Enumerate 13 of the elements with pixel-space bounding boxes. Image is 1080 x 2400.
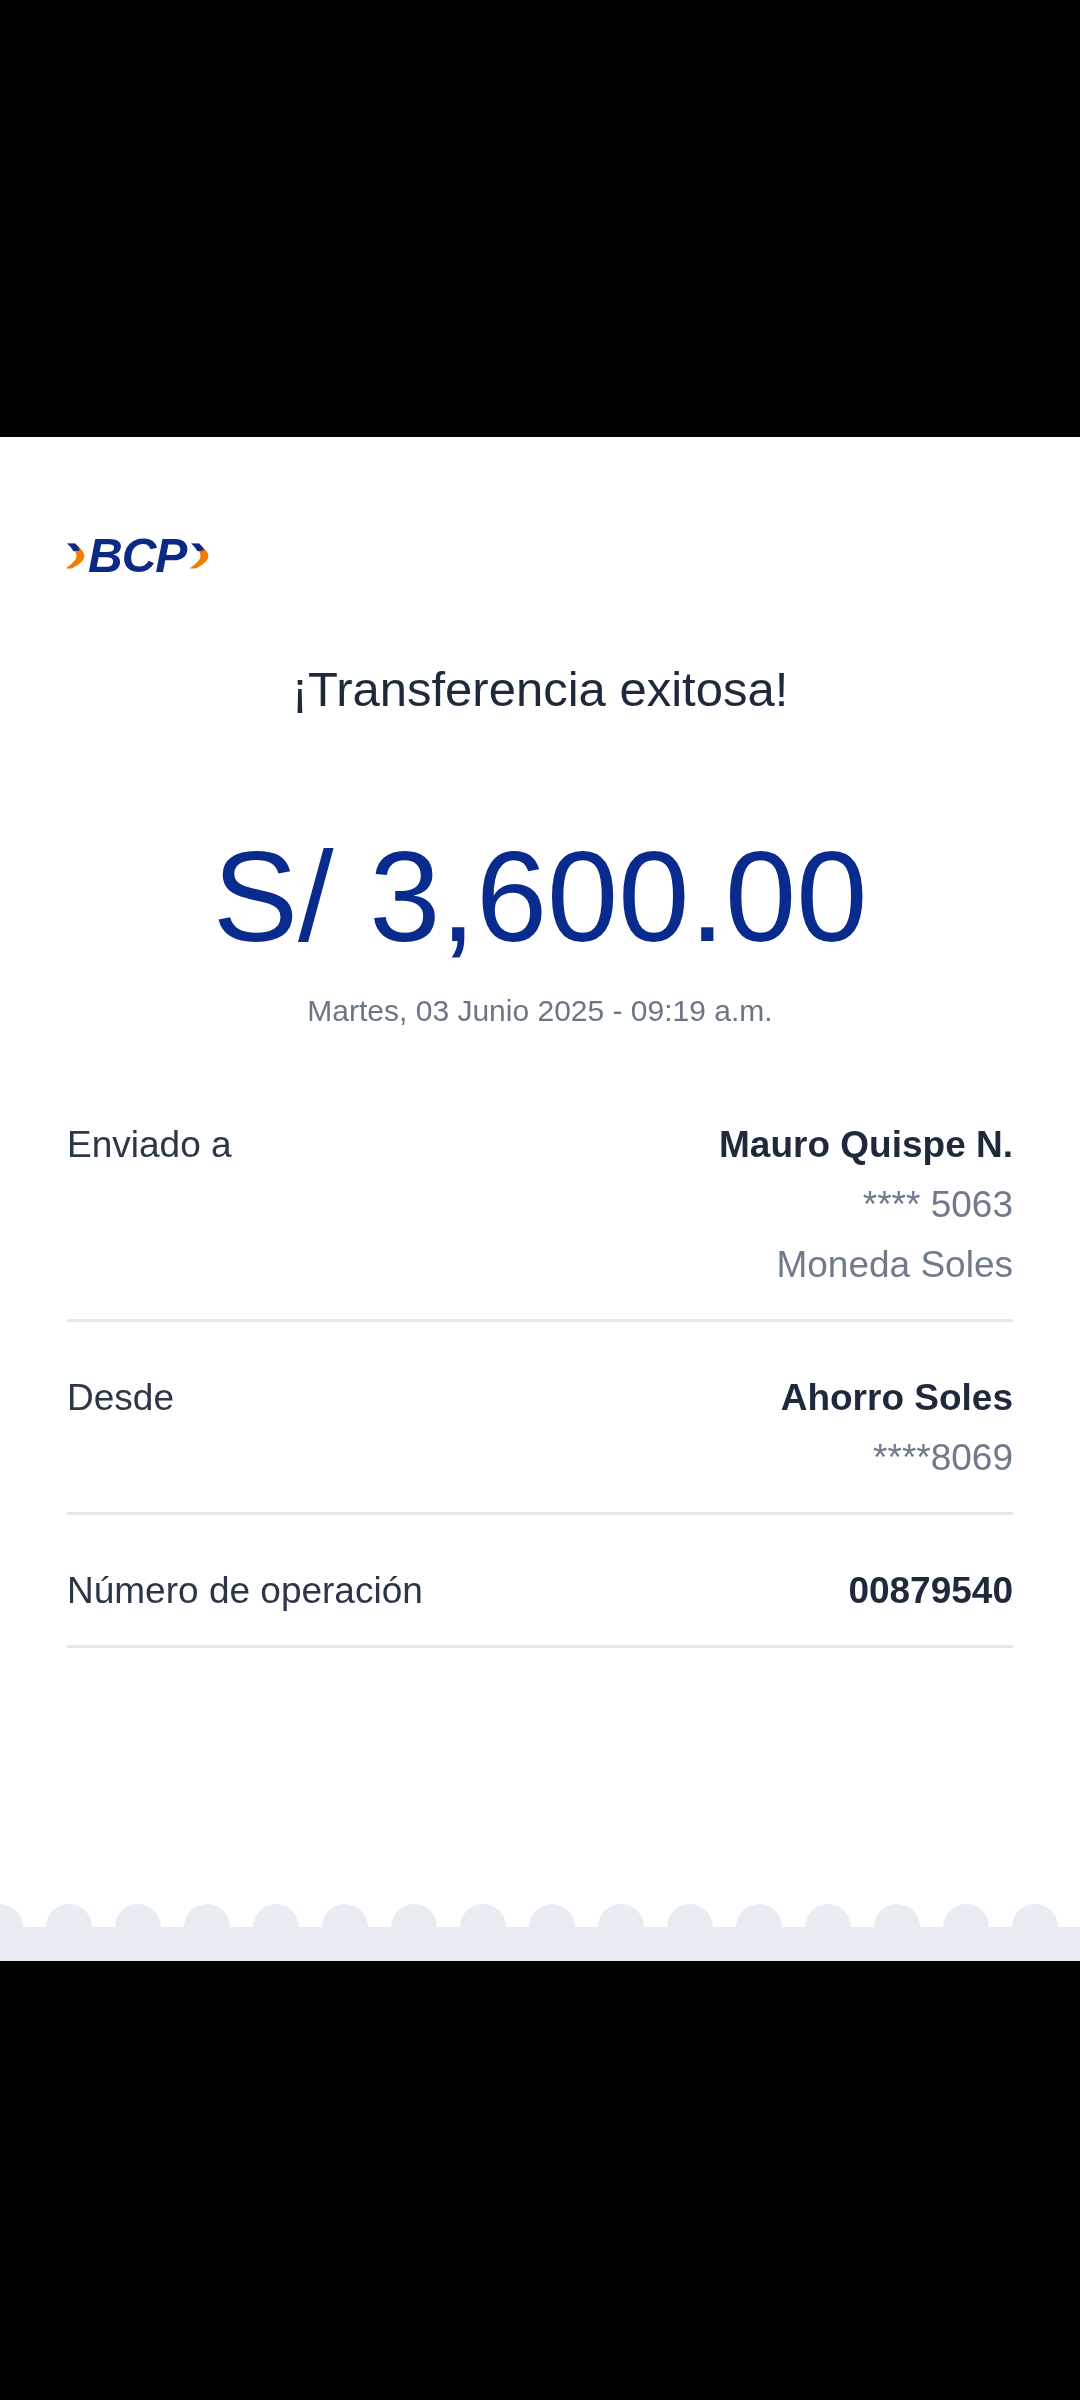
success-title: ¡Transferencia exitosa!	[290, 661, 790, 718]
detail-label: Desde	[67, 1376, 174, 1420]
detail-subvalue: **** 5063	[861, 1183, 1013, 1227]
date-time: Martes, 03 Junio 2025 - 09:19 a.m.	[306, 993, 774, 1029]
detail-subvalue: Moneda Soles	[775, 1243, 1013, 1287]
detail-value: Ahorro Soles	[780, 1376, 1013, 1420]
detail-subvalue: ****8069	[872, 1436, 1013, 1480]
detail-label: Enviado a	[67, 1123, 232, 1167]
detail-value: Mauro Quispe N.	[719, 1123, 1013, 1167]
logo-text: BCP	[88, 531, 187, 581]
detail-value: 00879540	[848, 1569, 1013, 1613]
amount: S/ 3,600.00	[211, 827, 869, 967]
detail-label: Número de operación	[67, 1569, 423, 1613]
